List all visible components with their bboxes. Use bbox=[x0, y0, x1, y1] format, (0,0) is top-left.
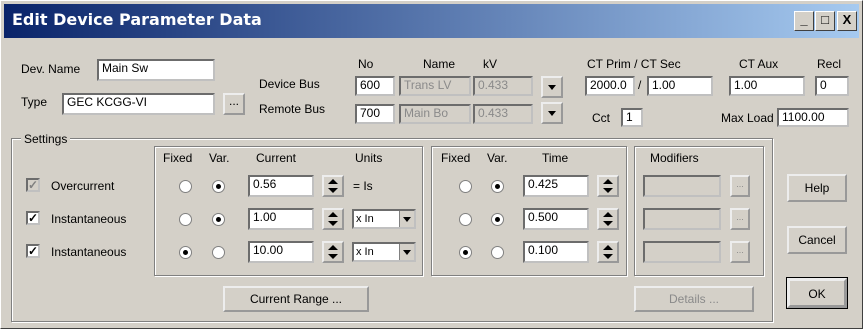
row-3-current-fixed-radio[interactable] bbox=[179, 246, 192, 259]
instantaneous-1-checkbox[interactable]: ✓ bbox=[26, 211, 40, 225]
row-3-units-value: x In bbox=[356, 246, 374, 258]
maximize-button[interactable]: □ bbox=[815, 11, 835, 31]
remote-bus-no-input[interactable]: 700 bbox=[355, 104, 395, 124]
col-name-label: Name bbox=[423, 57, 456, 71]
recl-input[interactable]: 0 bbox=[815, 76, 849, 96]
time-fixed-header: Fixed bbox=[441, 151, 471, 165]
row-2-time-fixed-radio[interactable] bbox=[459, 213, 472, 226]
title-bar[interactable]: Edit Device Parameter Data _ □ X bbox=[4, 4, 859, 38]
row-1-units: = Is bbox=[353, 179, 373, 193]
device-bus-name-field: Trans LV bbox=[399, 76, 471, 96]
row-1-current-fixed-radio[interactable] bbox=[179, 180, 192, 193]
row-2-time-var-radio[interactable] bbox=[491, 213, 504, 226]
type-browse-button[interactable]: ... bbox=[223, 93, 245, 115]
device-bus-kv-field: 0.433 bbox=[473, 76, 533, 96]
ok-button[interactable]: OK bbox=[786, 277, 848, 309]
row-3-modifier-button[interactable]: ... bbox=[730, 241, 750, 263]
remote-bus-dropdown[interactable] bbox=[541, 102, 563, 124]
minimize-button[interactable]: _ bbox=[794, 11, 814, 31]
recl-label: Recl bbox=[817, 57, 842, 71]
units-header: Units bbox=[355, 151, 383, 165]
remote-bus-label: Remote Bus bbox=[259, 102, 326, 116]
row-3-time-fixed-radio[interactable] bbox=[459, 246, 472, 259]
row-1-current-spinner[interactable] bbox=[322, 175, 344, 197]
row-3-time-var-radio[interactable] bbox=[491, 246, 504, 259]
device-bus-no-input[interactable]: 600 bbox=[355, 76, 395, 96]
remote-bus-name-field: Main Bo bbox=[399, 104, 471, 124]
current-var-header: Var. bbox=[209, 151, 230, 165]
row-2-time-spinner[interactable] bbox=[597, 208, 619, 230]
row-2-current-input[interactable]: 1.00 bbox=[248, 208, 314, 230]
ct-prim-input[interactable]: 2000.0 bbox=[585, 76, 635, 96]
row-2-units-select[interactable]: x In bbox=[352, 209, 416, 229]
device-bus-label: Device Bus bbox=[259, 77, 320, 91]
current-range-button[interactable]: Current Range ... bbox=[223, 286, 369, 312]
settings-group-label: Settings bbox=[21, 132, 71, 146]
row-1-label: Overcurrent bbox=[51, 179, 115, 193]
window-title: Edit Device Parameter Data bbox=[12, 10, 262, 29]
cancel-button[interactable]: Cancel bbox=[787, 226, 847, 254]
row-3-time-spinner[interactable] bbox=[597, 241, 619, 263]
row-1-current-input[interactable]: 0.56 bbox=[248, 175, 314, 197]
dev-name-label: Dev. Name bbox=[21, 62, 81, 76]
row-3-current-input[interactable]: 10.00 bbox=[248, 241, 314, 263]
time-header: Time bbox=[542, 151, 569, 165]
row-1-current-var-radio[interactable] bbox=[212, 180, 225, 193]
row-3-current-var-radio[interactable] bbox=[212, 246, 225, 259]
cct-label: Cct bbox=[592, 111, 610, 125]
row-1-modifier-field bbox=[643, 175, 721, 197]
maxload-label: Max Load bbox=[721, 111, 774, 125]
modifiers-header: Modifiers bbox=[650, 151, 699, 165]
type-label: Type bbox=[21, 95, 48, 109]
row-3-time-input[interactable]: 0.100 bbox=[523, 241, 589, 263]
current-fixed-header: Fixed bbox=[163, 151, 193, 165]
row-2-current-spinner[interactable] bbox=[322, 208, 344, 230]
row-3-label: Instantaneous bbox=[51, 245, 127, 259]
row-2-units-value: x In bbox=[356, 213, 374, 225]
row-2-time-input[interactable]: 0.500 bbox=[523, 208, 589, 230]
instantaneous-2-checkbox[interactable]: ✓ bbox=[26, 244, 40, 258]
col-no-label: No bbox=[358, 57, 374, 71]
ct-sec-input[interactable]: 1.00 bbox=[647, 76, 713, 96]
cct-input[interactable]: 1 bbox=[621, 108, 643, 127]
ct-aux-label: CT Aux bbox=[739, 57, 779, 71]
chevron-down-icon bbox=[399, 244, 414, 260]
dev-name-input[interactable]: Main Sw bbox=[97, 59, 215, 81]
maxload-input[interactable]: 1100.00 bbox=[777, 108, 849, 127]
row-2-label: Instantaneous bbox=[51, 212, 127, 226]
row-1-modifier-button[interactable]: ... bbox=[730, 175, 750, 197]
row-1-time-fixed-radio[interactable] bbox=[459, 180, 472, 193]
dialog-window: Edit Device Parameter Data _ □ X Dev. Na… bbox=[0, 0, 863, 329]
row-2-modifier-button[interactable]: ... bbox=[730, 208, 750, 230]
ct-prim-sec-label: CT Prim / CT Sec bbox=[587, 57, 681, 71]
time-var-header: Var. bbox=[487, 151, 508, 165]
row-3-current-spinner[interactable] bbox=[322, 241, 344, 263]
remote-bus-kv-field: 0.433 bbox=[473, 104, 533, 124]
row-1-time-input[interactable]: 0.425 bbox=[523, 175, 589, 197]
overcurrent-checkbox[interactable]: ✓ bbox=[26, 178, 40, 192]
details-button: Details ... bbox=[634, 286, 754, 312]
close-button[interactable]: X bbox=[837, 11, 857, 31]
ct-aux-input[interactable]: 1.00 bbox=[729, 76, 805, 96]
row-3-units-select[interactable]: x In bbox=[352, 242, 416, 262]
current-header: Current bbox=[256, 151, 297, 165]
row-1-time-var-radio[interactable] bbox=[491, 180, 504, 193]
row-1-time-spinner[interactable] bbox=[597, 175, 619, 197]
help-button[interactable]: Help bbox=[787, 174, 847, 202]
row-3-modifier-field bbox=[643, 241, 721, 263]
ct-separator: / bbox=[638, 78, 642, 92]
row-2-modifier-field bbox=[643, 208, 721, 230]
type-input[interactable]: GEC KCGG-VI bbox=[62, 93, 215, 115]
chevron-down-icon bbox=[399, 211, 414, 227]
row-2-current-var-radio[interactable] bbox=[212, 213, 225, 226]
col-kv-label: kV bbox=[483, 57, 498, 71]
row-2-current-fixed-radio[interactable] bbox=[179, 213, 192, 226]
device-bus-dropdown[interactable] bbox=[541, 76, 563, 98]
